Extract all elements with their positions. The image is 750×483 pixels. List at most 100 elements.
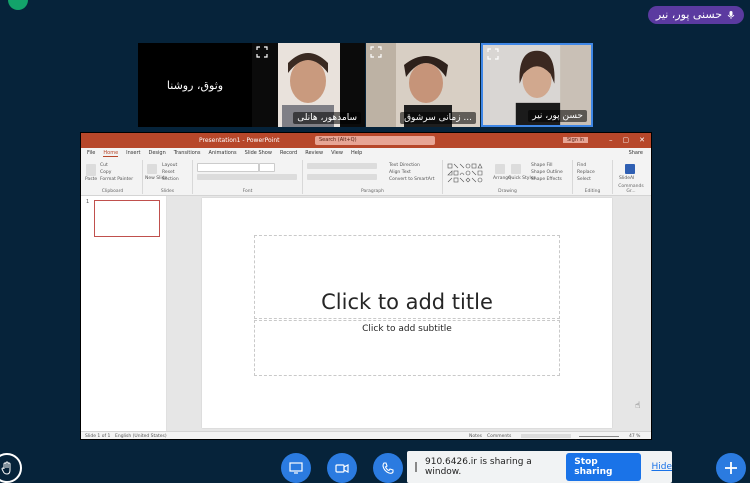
slideai-icon[interactable] xyxy=(625,164,635,174)
ppt-status-bar: Slide 1 of 1 English (United States) Not… xyxy=(81,431,651,439)
stop-sharing-button[interactable]: Stop sharing xyxy=(566,453,642,481)
replace-button[interactable]: Replace xyxy=(577,170,595,175)
layout-button[interactable]: Layout xyxy=(162,163,177,168)
align-text-button[interactable]: Align Text xyxy=(389,170,411,175)
expand-icon[interactable] xyxy=(256,46,268,58)
close-icon[interactable]: ✕ xyxy=(639,136,645,144)
thumbnail-number: 1 xyxy=(86,199,90,205)
group-label: Clipboard xyxy=(101,189,124,194)
notes-button[interactable]: Notes xyxy=(469,434,482,439)
phone-button[interactable] xyxy=(373,453,403,483)
add-button[interactable] xyxy=(716,453,746,483)
subtitle-placeholder[interactable]: Click to add subtitle xyxy=(254,320,560,376)
mouse-cursor-icon: ☝ xyxy=(635,401,641,411)
slide-thumbnail[interactable] xyxy=(94,200,160,237)
drag-handle-icon[interactable] xyxy=(415,462,417,472)
signin-button[interactable]: Sign in xyxy=(563,137,589,143)
cut-button[interactable]: Cut xyxy=(100,163,108,168)
tab-record[interactable]: Record xyxy=(280,150,297,156)
title-placeholder[interactable]: Click to add title xyxy=(254,235,560,319)
tab-transitions[interactable]: Transitions xyxy=(174,150,201,156)
status-dot xyxy=(8,0,28,10)
window-controls: – ▢ ✕ xyxy=(609,136,645,144)
maximize-icon[interactable]: ▢ xyxy=(623,136,630,144)
zoom-level: 47 % xyxy=(629,433,641,439)
microphone-icon xyxy=(727,11,735,19)
hide-link[interactable]: Hide xyxy=(651,462,672,472)
font-name-box[interactable] xyxy=(197,163,259,172)
tab-help[interactable]: Help xyxy=(351,150,362,156)
font-format-buttons[interactable] xyxy=(197,174,297,180)
sharing-notification-bar: 910.6426.ir is sharing a window. Stop sh… xyxy=(407,451,672,483)
group-label: Commands Gr... xyxy=(618,184,644,194)
participant-name: وثوق، روشنا xyxy=(166,79,224,92)
paste-label: Paste xyxy=(85,177,98,182)
convert-smartart-button[interactable]: Convert to SmartArt xyxy=(389,177,434,182)
expand-icon[interactable] xyxy=(487,48,499,60)
find-button[interactable]: Find xyxy=(577,163,586,168)
ribbon-tabs: File Home Insert Design Transitions Anim… xyxy=(81,148,651,158)
camera-button[interactable] xyxy=(327,453,357,483)
slideai-label: SlideAI xyxy=(619,176,635,181)
ppt-titlebar: Presentation1 - PowerPoint Search (Alt+Q… xyxy=(81,133,651,148)
arrange-icon[interactable] xyxy=(495,164,505,174)
video-tile-1[interactable]: وثوق، روشنا xyxy=(138,43,252,127)
paste-icon[interactable] xyxy=(86,164,96,176)
align-buttons[interactable] xyxy=(307,174,377,180)
tab-home[interactable]: Home xyxy=(103,150,119,157)
ribbon-group-editing: Find Replace Select Editing xyxy=(573,160,613,194)
share-button[interactable]: Share xyxy=(629,150,643,156)
reset-button[interactable]: Reset xyxy=(162,170,175,175)
group-label: Slides xyxy=(160,189,175,194)
video-tile-2[interactable]: سامدهور، هانلی xyxy=(252,43,365,127)
slide-canvas: Click to add title Click to add subtitle xyxy=(202,198,612,428)
tab-insert[interactable]: Insert xyxy=(126,150,140,156)
select-button[interactable]: Select xyxy=(577,177,591,182)
minimize-icon[interactable]: – xyxy=(609,136,613,144)
tab-review[interactable]: Review xyxy=(305,150,323,156)
slide-counter: Slide 1 of 1 xyxy=(85,433,111,439)
section-button[interactable]: Section xyxy=(162,177,179,182)
sharing-message: 910.6426.ir is sharing a window. xyxy=(425,457,532,477)
video-tile-4[interactable]: حسن پور، نیر xyxy=(481,43,593,127)
group-label: Paragraph xyxy=(360,189,385,194)
user-name: حسنی پور، نیر xyxy=(655,8,722,21)
ribbon-group-drawing: Arrange Quick Styles Shape Fill Shape Ou… xyxy=(443,160,573,194)
video-tile-3[interactable]: زمانی سرشوق ... xyxy=(366,43,480,127)
ribbon: Paste Cut Copy Format Painter Clipboard … xyxy=(81,158,651,196)
font-size-box[interactable] xyxy=(259,163,275,172)
copy-button[interactable]: Copy xyxy=(100,170,111,175)
shape-effects-button[interactable]: Shape Effects xyxy=(531,177,562,182)
tab-slide-show[interactable]: Slide Show xyxy=(245,150,272,156)
language-indicator: English (United States) xyxy=(115,433,167,439)
quick-styles-icon[interactable] xyxy=(511,164,521,174)
format-painter-button[interactable]: Format Painter xyxy=(100,177,133,182)
shape-outline-button[interactable]: Shape Outline xyxy=(531,170,563,175)
tab-design[interactable]: Design xyxy=(148,150,165,156)
list-buttons[interactable] xyxy=(307,163,377,169)
raise-hand-button[interactable] xyxy=(0,453,22,483)
participant-name: حسن پور، نیر xyxy=(528,110,587,122)
phone-icon xyxy=(382,462,394,474)
shape-fill-button[interactable]: Shape Fill xyxy=(531,163,553,168)
new-slide-icon[interactable] xyxy=(147,164,157,174)
shapes-gallery-icon[interactable] xyxy=(447,163,491,183)
view-buttons[interactable] xyxy=(521,433,571,438)
comments-button[interactable]: Comments xyxy=(487,434,511,439)
text-direction-button[interactable]: Text Direction xyxy=(389,163,420,168)
tab-animations[interactable]: Animations xyxy=(209,150,237,156)
ribbon-group-commands: SlideAI Commands Gr... xyxy=(613,160,649,194)
ribbon-group-slides: New Slide Layout Reset Section Slides xyxy=(143,160,193,194)
group-label: Drawing xyxy=(498,189,517,194)
tab-file[interactable]: File xyxy=(87,150,95,156)
ribbon-group-paragraph: Text Direction Align Text Convert to Sma… xyxy=(303,160,443,194)
expand-icon[interactable] xyxy=(370,46,382,58)
screen-share-button[interactable] xyxy=(281,453,311,483)
ppt-search[interactable]: Search (Alt+Q) xyxy=(315,136,435,145)
participant-name: زمانی سرشوق ... xyxy=(400,112,476,124)
ribbon-group-clipboard: Paste Cut Copy Format Painter Clipboard xyxy=(83,160,143,194)
ribbon-group-font: Font xyxy=(193,160,303,194)
group-label: Editing xyxy=(584,189,601,194)
zoom-slider[interactable] xyxy=(579,436,619,437)
tab-view[interactable]: View xyxy=(331,150,343,156)
